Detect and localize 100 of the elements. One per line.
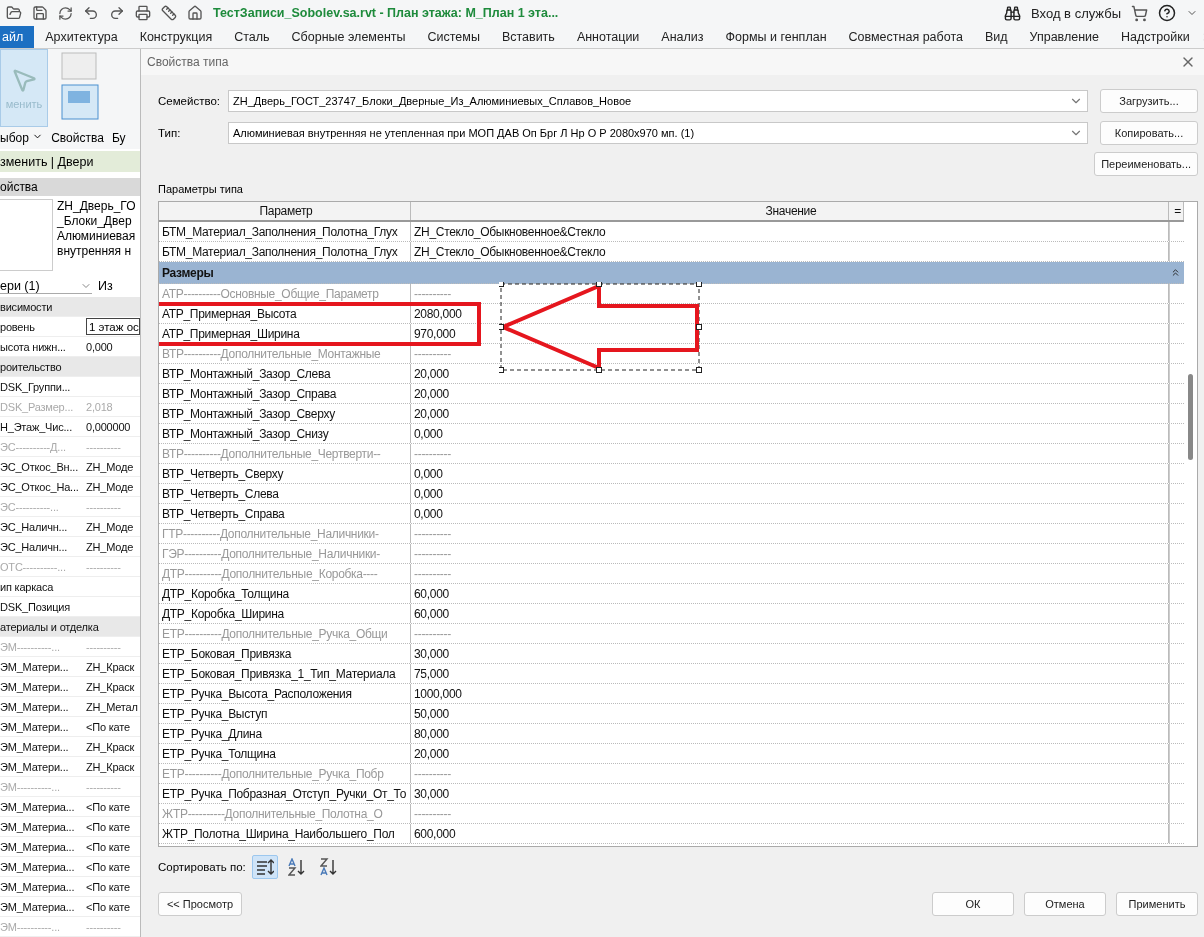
sync-icon[interactable] bbox=[58, 5, 73, 21]
property-name: ЭМ----------... bbox=[0, 920, 61, 933]
edit-type-button[interactable]: Из bbox=[98, 279, 113, 294]
ruler-icon[interactable] bbox=[161, 5, 177, 21]
parameter-value[interactable]: 75,000 bbox=[411, 664, 1169, 683]
parameter-name: ЕТР_Ручка_Выступ bbox=[159, 704, 411, 723]
property-value: ZH_Краск bbox=[86, 760, 136, 773]
column-header[interactable]: Параметр bbox=[159, 202, 411, 220]
cart-icon[interactable] bbox=[1131, 4, 1148, 22]
parameter-value[interactable]: 20,000 bbox=[411, 384, 1169, 403]
ribbon-tab[interactable]: Управление bbox=[1018, 26, 1111, 48]
window-title: ТестЗаписи_Sobolev.sa.rvt - План этажа: М_План 1 эта... bbox=[213, 6, 559, 20]
parameter-value[interactable]: 20,000 bbox=[411, 404, 1169, 423]
parameter-value[interactable]: 0,000 bbox=[411, 504, 1169, 523]
parameter-name: ВТР_Монтажный_Зазор_Справа bbox=[159, 384, 411, 403]
column-header[interactable]: = bbox=[1169, 202, 1184, 220]
parameter-name: ДТР----------Дополнительные_Коробка---- bbox=[159, 564, 411, 583]
ribbon-tab[interactable]: Системы bbox=[416, 26, 491, 48]
parameter-value[interactable]: 600,000 bbox=[411, 824, 1169, 843]
ribbon-tab[interactable]: Вставить bbox=[490, 26, 566, 48]
dialog-button[interactable]: ОК bbox=[932, 892, 1014, 916]
ribbon-tab[interactable]: Надстройки bbox=[1110, 26, 1201, 48]
parameter-value[interactable]: 20,000 bbox=[411, 744, 1169, 763]
property-name: ЭМ_Материа... bbox=[0, 800, 76, 813]
property-value: ZH_Краск bbox=[86, 740, 136, 753]
parameter-value[interactable]: ZH_Стекло_Обыкновенное&Стекло bbox=[411, 222, 1169, 241]
load-button[interactable]: Загрузить... bbox=[1100, 89, 1198, 113]
property-name: ЭМ_Материа... bbox=[0, 860, 76, 873]
parameter-value[interactable]: 30,000 bbox=[411, 644, 1169, 663]
property-value: ZH_Краск bbox=[86, 660, 136, 673]
dialog-button[interactable]: Отмена bbox=[1024, 892, 1106, 916]
properties-label[interactable]: Свойства bbox=[51, 131, 104, 145]
save-icon[interactable] bbox=[32, 5, 48, 21]
parameter-value[interactable]: 50,000 bbox=[411, 704, 1169, 723]
type-name: ZH_Дверь_ГО bbox=[57, 199, 136, 215]
type-name: внутренняя н bbox=[57, 244, 133, 260]
parameter-value[interactable]: 60,000 bbox=[411, 604, 1169, 623]
binoculars-icon[interactable] bbox=[1004, 4, 1022, 22]
redo-icon[interactable] bbox=[109, 5, 125, 21]
sort-button[interactable] bbox=[251, 855, 278, 879]
level-field[interactable]: 1 этаж ос bbox=[86, 318, 140, 335]
type-dropdown[interactable]: Алюминиевая внутренняя не утепленная при МОП ДАВ Оп Брг Л Нр О Р 2080x970 мп. (1) bbox=[228, 122, 1088, 144]
property-name: ОТС----------... bbox=[0, 560, 67, 573]
property-name: ЭМ_Матери... bbox=[0, 740, 70, 753]
filter-dropdown[interactable]: ери (1) bbox=[0, 278, 92, 294]
copy-button[interactable]: Копировать... bbox=[1100, 121, 1198, 145]
ribbon-tab[interactable]: Аннотации bbox=[565, 26, 651, 48]
type-label: Тип: bbox=[158, 127, 182, 139]
property-name: ЭМ----------... bbox=[0, 780, 61, 793]
parameter-value[interactable]: 80,000 bbox=[411, 724, 1169, 743]
parameter-value[interactable]: 60,000 bbox=[411, 584, 1169, 603]
property-name: ЭМ_Матери... bbox=[0, 660, 70, 673]
parameter-value[interactable]: 2080,000 bbox=[411, 304, 1169, 323]
sign-in-button[interactable]: Вход в службы bbox=[1031, 5, 1121, 21]
collapse-icon[interactable] bbox=[1170, 267, 1181, 278]
rename-button[interactable]: Переименовать... bbox=[1094, 152, 1198, 176]
property-name: DSK_Группи... bbox=[0, 380, 72, 393]
parameter-value[interactable]: 1000,000 bbox=[411, 684, 1169, 703]
ribbon-tab[interactable]: Анализ bbox=[650, 26, 715, 48]
parameter-value[interactable]: 30,000 bbox=[411, 784, 1169, 803]
family-dropdown[interactable]: ZH_Дверь_ГОСТ_23747_Блоки_Дверные_Из_Алюминиевых_Сплавов_Новое bbox=[228, 90, 1088, 112]
property-value: ZH_Моде bbox=[86, 540, 135, 553]
parameter-name: ВТР_Четверть_Слева bbox=[159, 484, 411, 503]
property-value: ZH_Моде bbox=[86, 520, 135, 533]
parameter-name: ЖТР----------Дополнительные_Полотна_О bbox=[159, 804, 411, 823]
home-icon[interactable] bbox=[187, 5, 203, 21]
printer-icon[interactable] bbox=[135, 5, 151, 21]
parameter-value[interactable]: 0,000 bbox=[411, 424, 1169, 443]
help-icon[interactable] bbox=[1158, 4, 1176, 22]
ribbon-tab[interactable]: Формы и генплан bbox=[714, 26, 838, 48]
ribbon-tab[interactable]: Совместная работа bbox=[837, 26, 974, 48]
ribbon-tab[interactable]: Сборные элементы bbox=[280, 26, 417, 48]
column-header[interactable]: Значение bbox=[411, 202, 1169, 220]
select-menu[interactable]: ыбор bbox=[0, 131, 44, 145]
scrollbar-thumb[interactable] bbox=[1188, 374, 1193, 460]
parameter-name: ВТР----------Дополнительные_Чертверти-- bbox=[159, 444, 411, 463]
ribbon-tab[interactable]: Вид bbox=[973, 26, 1019, 48]
context-bar: зменить | Двери bbox=[0, 150, 140, 173]
parameter-value[interactable]: 0,000 bbox=[411, 464, 1169, 483]
undo-icon[interactable] bbox=[83, 5, 99, 21]
preview-button[interactable]: << Просмотр bbox=[158, 892, 242, 916]
parameter-name: ВТР_Монтажный_Зазор_Снизу bbox=[159, 424, 411, 443]
parameter-name: ГЭР----------Дополнительные_Наличники- bbox=[159, 544, 411, 563]
ribbon-tab[interactable]: Сталь bbox=[223, 26, 281, 48]
parameter-value[interactable]: 0,000 bbox=[411, 484, 1169, 503]
folder-icon[interactable] bbox=[6, 5, 22, 21]
parameter-value[interactable]: ZH_Стекло_Обыкновенное&Стекло bbox=[411, 242, 1169, 261]
property-value: <По кате bbox=[86, 900, 131, 913]
ribbon-tab[interactable]: айл bbox=[0, 26, 35, 48]
type-name: Алюминиевая bbox=[57, 229, 136, 245]
dialog-button[interactable]: Применить bbox=[1116, 892, 1198, 916]
property-name: Н_Этаж_Чис... bbox=[0, 420, 74, 433]
property-name: ЭС_Откос_Вн... bbox=[0, 460, 79, 473]
ribbon-tab[interactable]: Конструкция bbox=[128, 26, 224, 48]
parameter-name: ЕТР_Ручка_Длина bbox=[159, 724, 411, 743]
type-name: _Блоки_Двер bbox=[57, 214, 133, 230]
property-value: ---------- bbox=[86, 440, 122, 453]
parameter-name: ЕТР_Ручка_Толщина bbox=[159, 744, 411, 763]
ribbon-tab[interactable]: Архитектура bbox=[34, 26, 129, 48]
build-label[interactable]: Бу bbox=[111, 131, 126, 145]
